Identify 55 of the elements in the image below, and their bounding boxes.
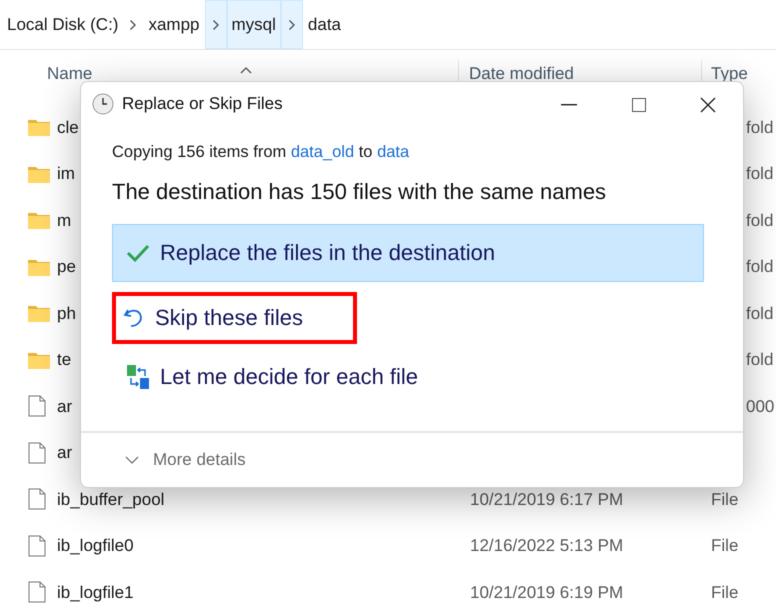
column-header[interactable]: Name [47, 61, 92, 86]
source-link[interactable]: data_old [290, 143, 354, 161]
sort-caret-icon [240, 66, 252, 74]
chevron-icon [125, 456, 139, 464]
more-details-button[interactable]: More details [125, 447, 246, 473]
swap-files-icon [126, 364, 150, 390]
file-name[interactable]: ar [57, 394, 72, 419]
file-name[interactable]: ar [57, 440, 72, 466]
maximize-icon [632, 98, 646, 112]
chevron-icon [288, 18, 296, 30]
option-button[interactable]: Replace the files in the destination [112, 224, 704, 282]
file-icon [28, 580, 46, 604]
breadcrumb-item[interactable]: xampp [143, 0, 204, 49]
file-type: fold [746, 163, 774, 185]
file-type: fold [746, 256, 774, 278]
file-type: File [711, 488, 738, 510]
check-icon [126, 242, 150, 263]
file-icon [28, 534, 46, 558]
file-type: File [711, 582, 738, 604]
file-name[interactable]: pe [57, 254, 76, 280]
file-type: fold [746, 116, 774, 138]
file-name[interactable]: ph [57, 300, 76, 326]
chevron-icon [212, 18, 220, 30]
file-name[interactable]: ib_buffer_pool [57, 486, 164, 512]
option-button[interactable]: Let me decide for each file [112, 348, 704, 406]
file-type: File [711, 535, 738, 557]
file-type: fold [746, 302, 774, 324]
dialog-heading: The destination has 150 files with the same names [112, 178, 608, 206]
breadcrumb-item[interactable]: mysql [226, 0, 281, 49]
file-name[interactable]: im [57, 161, 75, 186]
undo-arrow-icon [123, 306, 145, 329]
file-icon [28, 487, 46, 512]
clock-icon [92, 92, 114, 116]
close-icon [700, 97, 716, 113]
file-name[interactable]: m [57, 208, 72, 233]
copy-status-text: Copying 156 items from data_old to data [112, 142, 410, 163]
window-title: Replace or Skip Files [122, 93, 283, 116]
minimize-icon [561, 104, 577, 106]
file-type: fold [746, 349, 774, 371]
breadcrumb-item[interactable]: Local Disk (C:) [2, 0, 124, 49]
file-name[interactable]: cle [57, 114, 79, 140]
file-icon [28, 394, 46, 418]
option-button[interactable]: Skip these files [112, 292, 357, 344]
date-modified: 10/21/2019 6:17 PM [470, 488, 624, 510]
destination-link[interactable]: data [377, 143, 410, 161]
file-type: 000 [746, 396, 774, 418]
breadcrumb-item[interactable]: data [302, 0, 346, 49]
file-icon [28, 440, 46, 465]
date-modified: 12/16/2022 5:13 PM [470, 535, 624, 557]
file-name[interactable]: ib_logfile1 [57, 580, 134, 605]
date-modified: 10/21/2019 6:19 PM [470, 582, 624, 604]
file-type: fold [746, 210, 774, 232]
chevron-icon [129, 18, 138, 30]
file-name[interactable]: ib_logfile0 [57, 533, 134, 558]
file-name[interactable]: te [57, 347, 72, 372]
